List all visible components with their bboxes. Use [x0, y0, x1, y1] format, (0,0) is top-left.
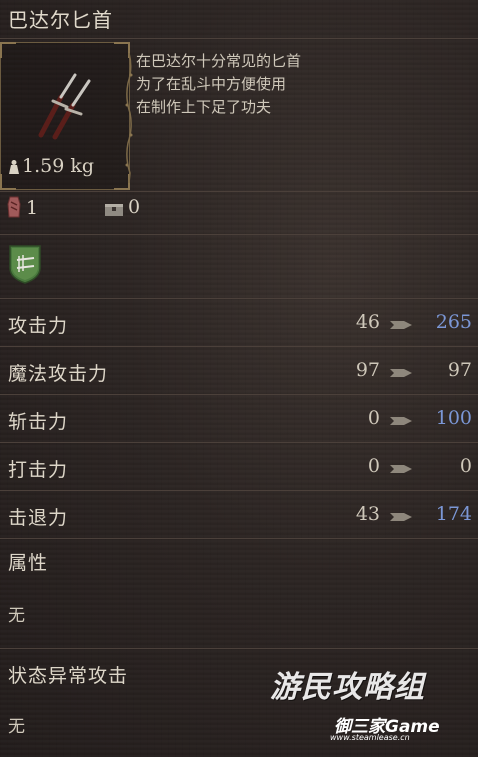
stat-row: 攻击力 46 265 — [0, 300, 478, 346]
stat-label: 击退力 — [8, 507, 69, 529]
arrow-right-icon — [390, 321, 412, 329]
arrow-right-icon — [390, 465, 412, 473]
divider — [0, 191, 478, 192]
watermark-url: www.steamlease.cn — [330, 733, 410, 742]
stored-count: 0 — [104, 196, 140, 218]
divider — [0, 38, 478, 39]
item-title: 巴达尔匕首 — [8, 8, 113, 32]
divider — [0, 538, 478, 539]
stat-value: 265 — [435, 311, 472, 333]
stat-row: 击退力 43 174 — [0, 492, 478, 538]
stat-row: 打击力 0 0 — [0, 444, 478, 490]
stat-label: 攻击力 — [8, 315, 69, 337]
weight-value: 1.59 kg — [22, 155, 95, 177]
stat-label: 魔法攻击力 — [8, 363, 109, 385]
shield-daggers-icon — [9, 245, 41, 284]
divider — [0, 442, 478, 443]
chest-icon — [105, 204, 123, 216]
description-line: 在巴达尔十分常见的匕首 — [136, 52, 302, 70]
item-icon-frame: 1.59 kg — [0, 42, 133, 190]
arrow-right-icon — [390, 369, 412, 377]
divider — [0, 394, 478, 395]
status-attack-label: 状态异常攻击 — [8, 665, 129, 687]
stat-value: 100 — [435, 407, 472, 429]
arrow-right-icon — [390, 513, 412, 521]
stat-value: 0 — [459, 455, 472, 477]
vine-ornament-icon — [125, 53, 133, 183]
item-description: 在巴达尔十分常见的匕首 为了在乱斗中方便使用 在制作上下足了功夫 — [136, 50, 466, 119]
stat-base-value: 43 — [355, 503, 380, 525]
stat-base-value: 0 — [367, 407, 380, 429]
description-line: 为了在乱斗中方便使用 — [136, 75, 287, 93]
stat-base-value: 0 — [367, 455, 380, 477]
dagger-icon — [38, 73, 91, 140]
arrow-right-icon — [390, 417, 412, 425]
stat-row: 魔法攻击力 97 97 — [0, 348, 478, 394]
divider — [0, 346, 478, 347]
status-attack-value: 无 — [8, 717, 25, 737]
item-weight: 1.59 kg — [7, 155, 94, 177]
divider — [0, 234, 478, 235]
item-counts: 1 0 — [0, 196, 478, 226]
stat-label: 打击力 — [8, 459, 69, 481]
stat-row: 斩击力 0 100 — [0, 396, 478, 442]
watermark-text: 游民攻略组 — [270, 670, 425, 705]
attribute-label: 属性 — [8, 552, 49, 574]
stat-base-value: 46 — [355, 311, 380, 333]
divider — [0, 490, 478, 491]
pouch-icon — [7, 196, 21, 218]
description-line: 在制作上下足了功夫 — [136, 98, 272, 116]
attribute-value: 无 — [8, 606, 25, 626]
weight-icon — [9, 160, 19, 174]
owned-count-value: 1 — [26, 197, 39, 219]
stat-value: 174 — [435, 503, 472, 525]
divider — [0, 298, 478, 299]
stat-base-value: 97 — [355, 359, 380, 381]
stat-value: 97 — [447, 359, 472, 381]
owned-count: 1 — [6, 196, 38, 219]
stored-count-value: 0 — [128, 196, 141, 218]
divider — [0, 648, 478, 649]
stat-label: 斩击力 — [8, 411, 69, 433]
